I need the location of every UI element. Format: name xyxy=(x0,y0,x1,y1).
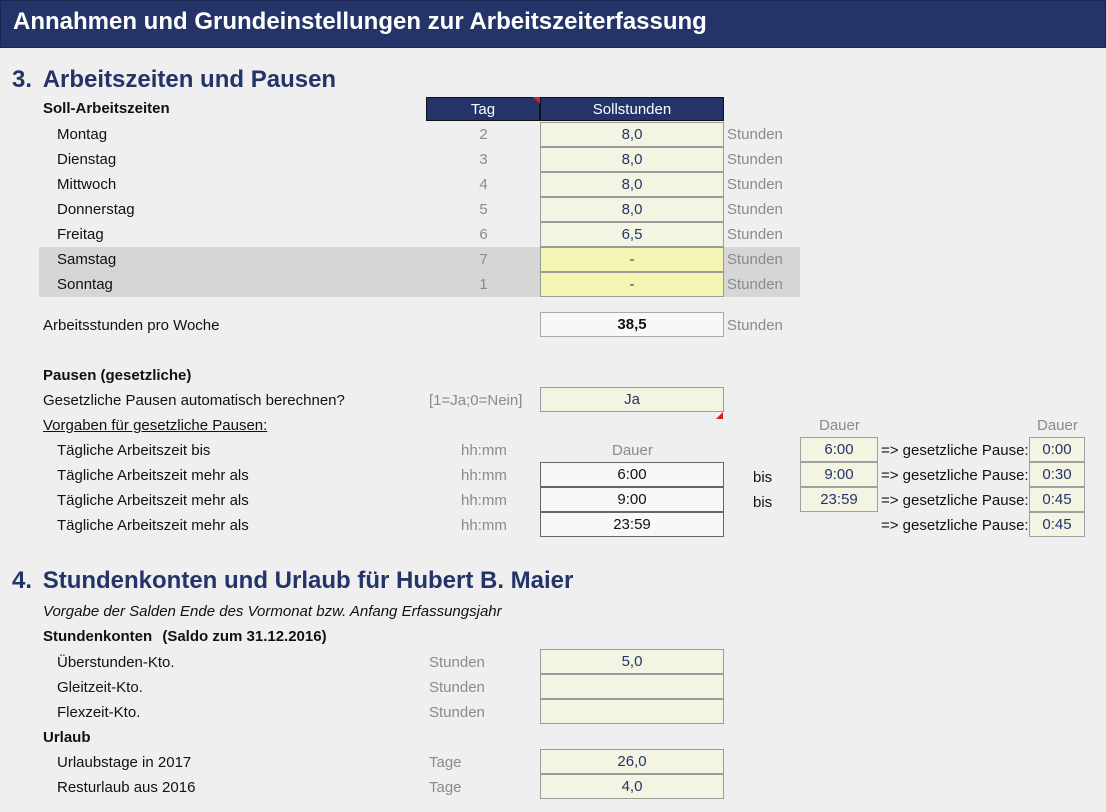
bis-label: bis xyxy=(753,494,773,511)
pause-row-label: Tägliche Arbeitszeit mehr als xyxy=(57,467,249,484)
day-tag: 1 xyxy=(479,276,488,293)
hhmm-label: hh:mm xyxy=(461,517,507,534)
urlaub-title: Urlaub xyxy=(43,729,91,746)
soll-input[interactable]: 8,0 xyxy=(540,172,724,197)
konten-saldo: (Saldo zum 31.12.2016) xyxy=(162,628,327,645)
pause-value[interactable]: 0:45 xyxy=(1029,512,1085,537)
pause-row-label: Tägliche Arbeitszeit mehr als xyxy=(57,492,249,509)
unit-tage: Tage xyxy=(429,779,462,796)
day-label: Mittwoch xyxy=(57,176,117,193)
pause-to-value: 9:00 xyxy=(800,462,878,487)
soll-input[interactable]: 8,0 xyxy=(540,147,724,172)
soll-input[interactable]: - xyxy=(540,272,724,297)
vorgaben-label: Vorgaben für gesetzliche Pausen: xyxy=(43,417,268,434)
unit-tage: Tage xyxy=(429,754,462,771)
unit-label: Stunden xyxy=(727,251,783,268)
pause-value[interactable]: 0:30 xyxy=(1029,462,1085,487)
unit-label: Stunden xyxy=(727,126,783,143)
hhmm-label: hh:mm xyxy=(461,442,507,459)
pause-arrow-label: => gesetzliche Pause: xyxy=(881,467,1029,484)
konto-input[interactable] xyxy=(540,674,724,699)
hhmm-label: hh:mm xyxy=(461,467,507,484)
pause-to-value: 23:59 xyxy=(800,487,878,512)
auto-pause-input[interactable]: Ja xyxy=(540,387,724,412)
dauer-header-pause: Dauer xyxy=(1037,417,1078,434)
day-tag: 7 xyxy=(479,251,488,268)
konto-input[interactable]: 5,0 xyxy=(540,649,724,674)
auto-pause-label: Gesetzliche Pausen automatisch berechnen… xyxy=(43,392,345,409)
page-title: Annahmen und Grundeinstellungen zur Arbe… xyxy=(13,8,707,35)
pause-value[interactable]: 0:00 xyxy=(1029,437,1085,462)
section-4-number: 4. xyxy=(12,567,33,594)
pause-row-label: Tägliche Arbeitszeit bis xyxy=(57,442,211,459)
urlaub-input[interactable]: 4,0 xyxy=(540,774,724,799)
section-4-heading: 4. Stundenkonten und Urlaub für Hubert B… xyxy=(12,567,573,595)
week-label: Arbeitsstunden pro Woche xyxy=(43,317,220,334)
unit-label: Stunden xyxy=(727,201,783,218)
unit-label: Stunden xyxy=(727,176,783,193)
day-tag: 6 xyxy=(479,226,488,243)
pause-arrow-label: => gesetzliche Pause: xyxy=(881,517,1029,534)
konten-title-text: Stundenkonten xyxy=(43,628,153,645)
day-label: Donnerstag xyxy=(57,201,135,218)
day-tag: 3 xyxy=(479,151,488,168)
day-label: Samstag xyxy=(57,251,117,268)
col-header-sollstunden: Sollstunden xyxy=(540,97,724,121)
comment-marker xyxy=(716,412,723,419)
konten-title: Stundenkonten (Saldo zum 31.12.2016) xyxy=(43,628,327,645)
comment-marker xyxy=(533,97,540,104)
unit-stunden: Stunden xyxy=(429,704,485,721)
unit-stunden: Stunden xyxy=(429,654,485,671)
section-3-heading: 3. Arbeitszeiten und Pausen xyxy=(12,66,336,94)
day-tag: 4 xyxy=(479,176,488,193)
col-header-tag: Tag xyxy=(426,97,540,121)
day-tag: 2 xyxy=(479,126,488,143)
urlaub-label: Urlaubstage in 2017 xyxy=(57,754,192,771)
section-4-title: Stundenkonten und Urlaub für Hubert B. M… xyxy=(42,567,574,594)
soll-input[interactable]: 6,5 xyxy=(540,222,724,247)
pause-arrow-label: => gesetzliche Pause: xyxy=(881,442,1029,459)
week-total-value: 38,5 xyxy=(540,312,724,337)
konto-label: Flexzeit-Kto. xyxy=(57,704,141,721)
section-3-title: Arbeitszeiten und Pausen xyxy=(42,66,337,93)
pause-value[interactable]: 0:45 xyxy=(1029,487,1085,512)
unit-label: Stunden xyxy=(727,317,783,334)
pause-from-value: 6:00 xyxy=(540,462,724,487)
pause-row-label: Tägliche Arbeitszeit mehr als xyxy=(57,517,249,534)
konto-input[interactable] xyxy=(540,699,724,724)
section-3-number: 3. xyxy=(12,66,33,93)
unit-label: Stunden xyxy=(727,276,783,293)
pause-from-value: 23:59 xyxy=(540,512,724,537)
dauer-header-right: Dauer xyxy=(819,417,860,434)
auto-pause-hint: [1=Ja;0=Nein] xyxy=(429,392,523,409)
konto-label: Überstunden-Kto. xyxy=(57,654,175,671)
day-label: Sonntag xyxy=(57,276,113,293)
title-bar: Annahmen und Grundeinstellungen zur Arbe… xyxy=(0,0,1106,48)
day-tag: 5 xyxy=(479,201,488,218)
section-4-subtitle: Vorgabe der Salden Ende des Vormonat bzw… xyxy=(43,603,502,620)
soll-input[interactable]: 8,0 xyxy=(540,197,724,222)
unit-label: Stunden xyxy=(727,226,783,243)
unit-label: Stunden xyxy=(727,151,783,168)
dauer-header: Dauer xyxy=(612,442,653,459)
konto-label: Gleitzeit-Kto. xyxy=(57,679,143,696)
soll-input[interactable]: - xyxy=(540,247,724,272)
pausen-title: Pausen (gesetzliche) xyxy=(43,367,192,384)
pause-from-value: 9:00 xyxy=(540,487,724,512)
day-label: Freitag xyxy=(57,226,104,243)
day-label: Dienstag xyxy=(57,151,117,168)
bis-label: bis xyxy=(753,469,773,486)
day-label: Montag xyxy=(57,126,108,143)
urlaub-label: Resturlaub aus 2016 xyxy=(57,779,196,796)
pause-to-value: 6:00 xyxy=(800,437,878,462)
urlaub-input[interactable]: 26,0 xyxy=(540,749,724,774)
unit-stunden: Stunden xyxy=(429,679,485,696)
soll-input[interactable]: 8,0 xyxy=(540,122,724,147)
soll-label: Soll-Arbeitszeiten xyxy=(43,100,170,117)
hhmm-label: hh:mm xyxy=(461,492,507,509)
pause-arrow-label: => gesetzliche Pause: xyxy=(881,492,1029,509)
